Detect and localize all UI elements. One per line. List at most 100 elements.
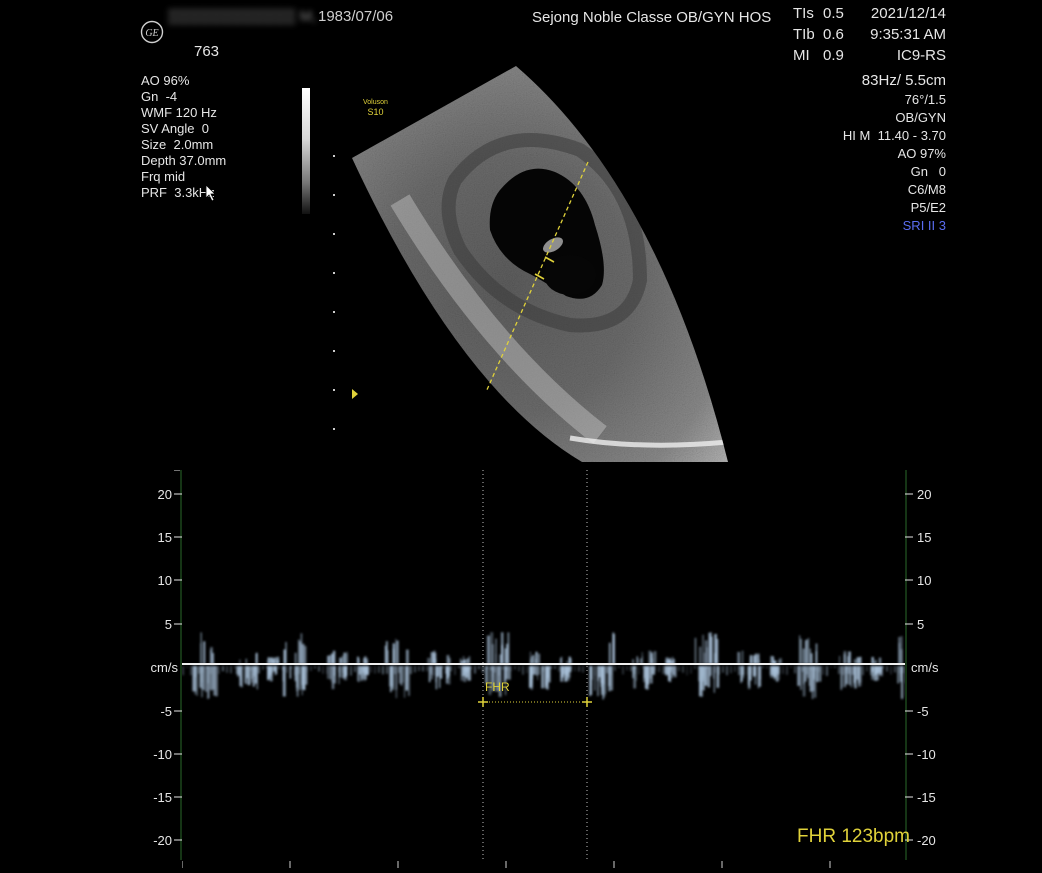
tick-right-neg15: -15 <box>917 790 936 805</box>
spectrum-trace <box>635 666 637 681</box>
spectrum-noise <box>434 666 436 676</box>
tick-left-neg15: -15 <box>153 790 172 805</box>
param-angle: 76°/1.5 <box>904 92 946 107</box>
spectrum-noise <box>198 666 200 674</box>
param-sv-angle: SV Angle 0 <box>141 121 209 136</box>
tick-left-neg20: -20 <box>153 833 172 848</box>
spectrum-trace <box>403 666 406 698</box>
spectrum-noise <box>406 666 408 675</box>
spectrum-trace <box>705 666 708 686</box>
tick-left-neg10: -10 <box>153 747 172 762</box>
tick-left-20: 20 <box>157 487 172 502</box>
param-pe: P5/E2 <box>910 200 946 215</box>
spectrum-noise <box>282 666 284 671</box>
spectrum-noise <box>690 666 692 674</box>
spectrum-trace <box>256 652 258 664</box>
spectrum-noise <box>214 666 216 669</box>
spectrum-noise <box>622 666 624 675</box>
patient-name: ▒▒▒▒▒▒▒▒▒▒▒▒ M, <box>168 8 317 25</box>
spectrum-trace <box>900 636 903 664</box>
spectrum-trace <box>387 650 389 664</box>
spectrum-noise <box>530 666 532 676</box>
tick-right-10: 10 <box>917 573 932 588</box>
spectrum-trace <box>468 656 471 664</box>
spectrum-trace <box>636 656 638 664</box>
spectrum-noise <box>750 666 752 675</box>
param-cm: C6/M8 <box>907 182 946 197</box>
spectrum-noise <box>714 666 716 673</box>
spectrum-noise <box>802 666 804 672</box>
spectrum-trace <box>491 644 495 664</box>
spectrum-trace <box>754 653 758 664</box>
spectrum-noise <box>222 666 224 672</box>
spectrum-noise <box>238 666 240 673</box>
param-preset: OB/GYN <box>895 110 946 125</box>
spectrum-noise <box>830 666 832 669</box>
spectrum-trace <box>843 654 846 664</box>
spectrum-noise <box>474 666 476 674</box>
spectrum-trace <box>203 641 206 664</box>
exam-time: 9:35:31 AM <box>870 26 946 43</box>
spectrum-noise <box>514 666 516 670</box>
spectrum-noise <box>630 666 632 672</box>
spectrum-noise <box>462 666 464 670</box>
spectrum-trace <box>612 632 614 664</box>
tick-right-15: 15 <box>917 530 932 545</box>
spectrum-trace <box>530 656 533 664</box>
index-tis-label: TIs <box>793 5 814 22</box>
spectrum-noise <box>298 666 300 674</box>
spectrum-noise <box>518 666 520 672</box>
doppler-spectrum <box>182 470 984 860</box>
spectrum-noise <box>230 666 232 674</box>
spectrum-noise <box>502 666 504 670</box>
index-tib-value: 0.6 <box>823 26 844 43</box>
spectrum-trace <box>433 650 436 664</box>
spectrum-noise <box>578 666 580 672</box>
spectrum-noise <box>190 666 192 676</box>
spectrum-trace <box>276 656 280 664</box>
spectrum-noise <box>370 666 372 673</box>
spectrum-noise <box>486 666 488 670</box>
spectrum-noise <box>382 666 384 675</box>
spectrum-noise <box>570 666 572 670</box>
time-axis <box>181 855 905 868</box>
tick-right-neg10: -10 <box>917 747 936 762</box>
spectrum-noise <box>186 666 188 669</box>
spectrum-noise <box>326 666 328 674</box>
spectrum-noise <box>522 666 524 675</box>
spectrum-noise <box>266 666 268 669</box>
index-tis: TIs 0.5 <box>793 5 844 23</box>
spectrum-noise <box>410 666 412 674</box>
spectrum-noise <box>766 666 768 669</box>
spectrum-trace <box>192 666 196 692</box>
spectrum-noise <box>882 666 884 669</box>
spectrum-trace <box>357 656 359 664</box>
spectrum-noise <box>362 666 364 670</box>
spectrum-trace <box>648 650 652 664</box>
spectrum-trace <box>561 656 563 664</box>
tick-left-neg5: -5 <box>160 704 172 719</box>
spectrum-noise <box>650 666 652 670</box>
spectrum-noise <box>878 666 880 675</box>
spectrum-noise <box>838 666 840 674</box>
spectrum-noise <box>862 666 864 676</box>
spectrum-noise <box>426 666 428 672</box>
spectrum-trace <box>714 653 716 664</box>
spectrum-noise <box>730 666 732 674</box>
spectrum-noise <box>610 666 612 675</box>
spectrum-noise <box>822 666 824 675</box>
spectrum-noise <box>510 666 512 672</box>
spectrum-trace <box>274 657 277 664</box>
spectrum-trace <box>568 656 571 664</box>
spectrum-noise <box>374 666 376 674</box>
spectrum-noise <box>202 666 204 673</box>
spectrum-noise <box>546 666 548 669</box>
spectrum-trace <box>506 644 508 664</box>
spectrum-trace <box>297 639 301 664</box>
spectrum-noise <box>742 666 744 676</box>
spectrum-trace <box>770 656 772 664</box>
spectrum-noise <box>182 666 184 676</box>
spectrum-trace <box>848 651 851 664</box>
spectrum-trace <box>758 653 760 664</box>
spectrum-noise <box>642 666 644 669</box>
